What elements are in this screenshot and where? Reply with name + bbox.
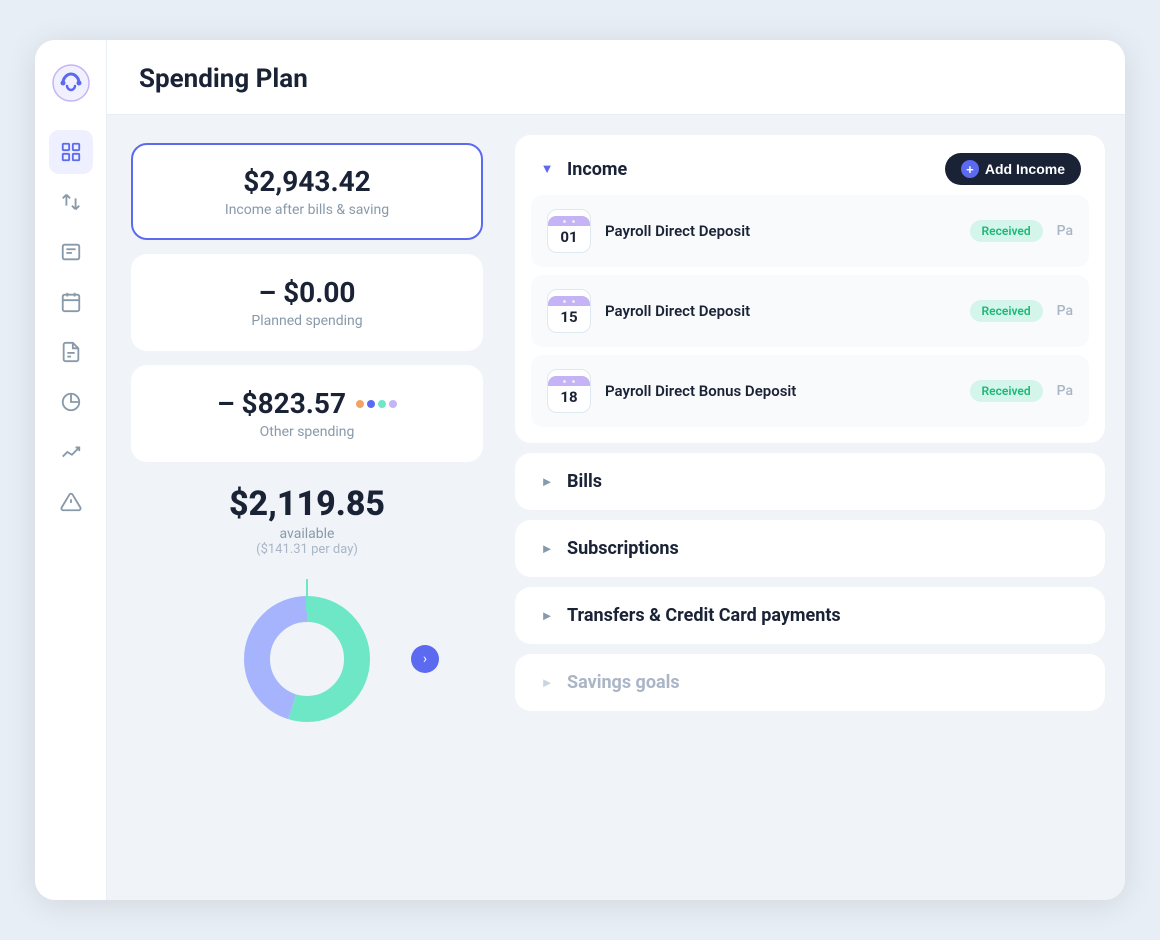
available-amount: $2,119.85 bbox=[131, 484, 483, 524]
income-item-day: 01 bbox=[560, 228, 577, 246]
income-after-bills-card: $2,943.42 Income after bills & saving bbox=[131, 143, 483, 240]
sidebar-item-calendar[interactable] bbox=[49, 280, 93, 324]
subscriptions-chevron-icon: ► bbox=[539, 541, 555, 557]
dots-icon bbox=[356, 400, 397, 408]
available-section: $2,119.85 available ($141.31 per day) bbox=[131, 476, 483, 557]
available-sub: ($141.31 per day) bbox=[131, 542, 483, 557]
sidebar-item-alerts[interactable] bbox=[49, 480, 93, 524]
savings-section-header[interactable]: ► Savings goals bbox=[515, 654, 1105, 711]
income-item-status-badge: Received bbox=[970, 220, 1043, 242]
bills-section-card: ► Bills bbox=[515, 453, 1105, 510]
income-item-extra: Pa bbox=[1057, 223, 1073, 239]
available-label: available bbox=[131, 526, 483, 542]
body-area: $2,943.42 Income after bills & saving – … bbox=[107, 115, 1125, 900]
subscriptions-section-title: Subscriptions bbox=[567, 538, 1081, 559]
income-section-title: Income bbox=[567, 159, 933, 180]
transfers-section-card: ► Transfers & Credit Card payments bbox=[515, 587, 1105, 644]
savings-section-title: Savings goals bbox=[567, 672, 1081, 693]
add-income-label: Add Income bbox=[985, 161, 1065, 177]
sidebar-item-spending[interactable] bbox=[49, 380, 93, 424]
income-item-extra: Pa bbox=[1057, 303, 1073, 319]
page-title: Spending Plan bbox=[139, 64, 1093, 94]
add-income-button[interactable]: + Add Income bbox=[945, 153, 1081, 185]
transfers-section-title: Transfers & Credit Card payments bbox=[567, 605, 1081, 626]
sidebar-navigation bbox=[35, 130, 106, 524]
savings-chevron-icon: ► bbox=[539, 675, 555, 691]
sidebar-item-budget[interactable] bbox=[49, 230, 93, 274]
sidebar-item-trends[interactable] bbox=[49, 430, 93, 474]
bills-section-title: Bills bbox=[567, 471, 1081, 492]
subscriptions-section-card: ► Subscriptions bbox=[515, 520, 1105, 577]
sidebar-item-dashboard[interactable] bbox=[49, 130, 93, 174]
income-chevron-icon: ▼ bbox=[539, 161, 555, 177]
arrow-badge[interactable]: › bbox=[411, 645, 439, 673]
other-spending-card: – $823.57 Other spending bbox=[131, 365, 483, 462]
app-logo bbox=[52, 64, 90, 102]
subscriptions-section-header[interactable]: ► Subscriptions bbox=[515, 520, 1105, 577]
income-item-extra: Pa bbox=[1057, 383, 1073, 399]
income-section-card: ▼ Income + Add Income 01 bbox=[515, 135, 1105, 443]
planned-spending-amount: – $0.00 bbox=[157, 276, 457, 309]
add-income-plus-icon: + bbox=[961, 160, 979, 178]
income-items-list: 01 Payroll Direct Deposit Received Pa 15 bbox=[515, 195, 1105, 443]
income-item-status-badge: Received bbox=[970, 380, 1043, 402]
sidebar bbox=[35, 40, 107, 900]
bills-chevron-icon: ► bbox=[539, 474, 555, 490]
calendar-day-icon: 15 bbox=[547, 289, 591, 333]
bills-section-header[interactable]: ► Bills bbox=[515, 453, 1105, 510]
sidebar-item-reports[interactable] bbox=[49, 330, 93, 374]
other-spending-amount: – $823.57 bbox=[217, 387, 346, 420]
transfers-chevron-icon: ► bbox=[539, 608, 555, 624]
income-item-name: Payroll Direct Deposit bbox=[605, 302, 956, 320]
page-header: Spending Plan bbox=[107, 40, 1125, 115]
left-panel: $2,943.42 Income after bills & saving – … bbox=[107, 115, 507, 900]
planned-spending-label: Planned spending bbox=[157, 313, 457, 329]
donut-chart-area: › bbox=[131, 579, 483, 739]
app-container: Spending Plan $2,943.42 Income after bil… bbox=[35, 40, 1125, 900]
main-content: Spending Plan $2,943.42 Income after bil… bbox=[107, 40, 1125, 900]
right-panel: ▼ Income + Add Income 01 bbox=[507, 115, 1125, 900]
transfers-section-header[interactable]: ► Transfers & Credit Card payments bbox=[515, 587, 1105, 644]
savings-section-card: ► Savings goals bbox=[515, 654, 1105, 711]
income-item[interactable]: 18 Payroll Direct Bonus Deposit Received… bbox=[531, 355, 1089, 427]
income-section-header[interactable]: ▼ Income + Add Income bbox=[515, 135, 1105, 195]
income-item[interactable]: 15 Payroll Direct Deposit Received Pa bbox=[531, 275, 1089, 347]
income-after-bills-amount: $2,943.42 bbox=[157, 165, 457, 198]
income-item-day: 15 bbox=[560, 308, 577, 326]
income-item-day: 18 bbox=[560, 388, 577, 406]
income-item-name: Payroll Direct Bonus Deposit bbox=[605, 382, 956, 400]
income-item-name: Payroll Direct Deposit bbox=[605, 222, 956, 240]
planned-spending-card: – $0.00 Planned spending bbox=[131, 254, 483, 351]
calendar-day-icon: 18 bbox=[547, 369, 591, 413]
other-spending-label: Other spending bbox=[157, 424, 457, 440]
income-item[interactable]: 01 Payroll Direct Deposit Received Pa bbox=[531, 195, 1089, 267]
calendar-day-icon: 01 bbox=[547, 209, 591, 253]
income-after-bills-label: Income after bills & saving bbox=[157, 202, 457, 218]
donut-line bbox=[306, 579, 308, 611]
income-item-status-badge: Received bbox=[970, 300, 1043, 322]
sidebar-item-transfers[interactable] bbox=[49, 180, 93, 224]
